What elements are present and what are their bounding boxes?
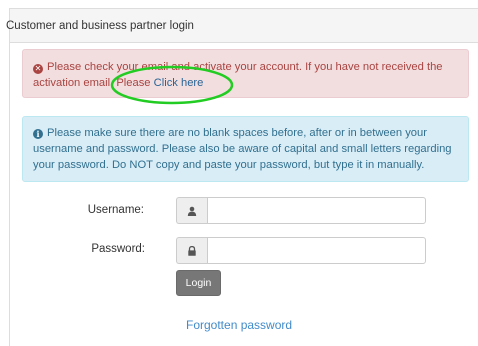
panel-title: Customer and business partner login <box>6 20 194 32</box>
panel-heading: Customer and business partner login <box>6 9 478 43</box>
username-input-group <box>176 197 426 224</box>
times-circle-icon: ✕ <box>33 64 43 74</box>
activation-alert-text: Please check your email and activate you… <box>33 61 443 89</box>
click-here-link[interactable]: Click here <box>154 77 204 89</box>
password-label: Password: <box>91 243 145 255</box>
user-icon <box>176 197 207 224</box>
login-button[interactable]: Login <box>176 270 221 296</box>
password-input[interactable] <box>207 237 426 264</box>
lock-icon <box>176 237 207 264</box>
credentials-info-alert: i Please make sure there are no blank spa… <box>22 116 469 182</box>
forgotten-password-link[interactable]: Forgotten password <box>186 318 292 332</box>
credentials-info-text: Please make sure there are no blank spac… <box>33 127 452 171</box>
activation-alert: ✕ Please check your email and activate yo… <box>22 49 469 98</box>
info-circle-icon: i <box>33 129 43 139</box>
password-input-group <box>176 237 426 264</box>
username-input[interactable] <box>207 197 426 224</box>
username-label: Username: <box>87 204 144 216</box>
